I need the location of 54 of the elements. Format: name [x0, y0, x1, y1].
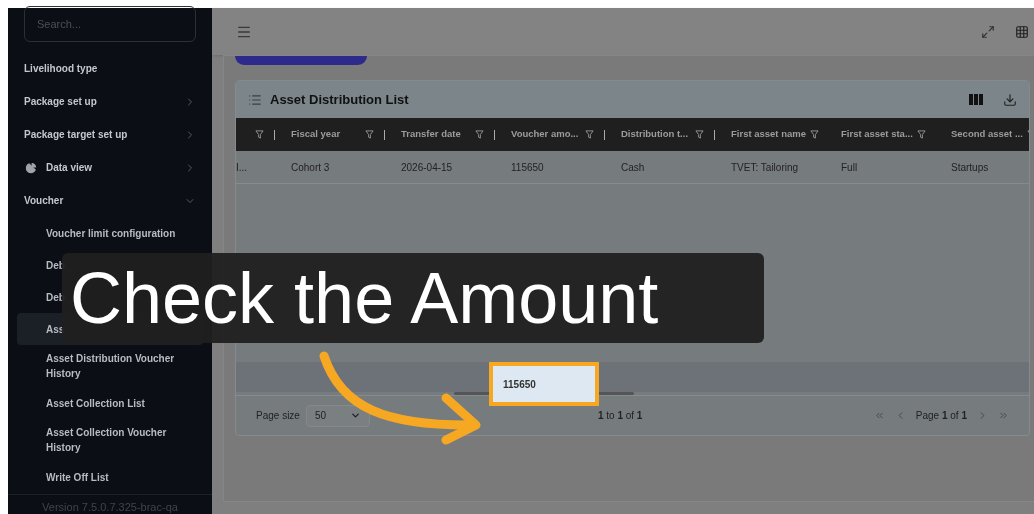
pie-chart-icon	[24, 160, 38, 175]
page-size-select[interactable]: 50	[305, 404, 370, 427]
search-field[interactable]: Search...	[24, 6, 196, 42]
callout-tooltip: Check the Amount	[62, 253, 764, 343]
column-header[interactable]: Second asset ...	[951, 127, 1023, 142]
table-cell-text: I...	[236, 160, 249, 175]
table-cell-text: Startups	[950, 160, 990, 175]
page-size-label: Page size	[256, 409, 300, 423]
table-cell-text: Cohort 3	[290, 160, 331, 175]
table-title: Asset Distribution List	[270, 90, 410, 109]
sidebar-item[interactable]: Voucher	[8, 184, 212, 217]
row-summary: 1 to 1 of 1	[597, 409, 643, 423]
sidebar-label: Livelihood type	[24, 62, 99, 76]
download-icon[interactable]	[1003, 92, 1017, 107]
sidebar-label: Package target set up	[24, 128, 129, 142]
submenu-item[interactable]: Asset Collection Voucher History	[17, 419, 203, 461]
submenu-item[interactable]: Asset Distribution Voucher History	[17, 345, 203, 387]
filter-icon[interactable]	[255, 130, 264, 139]
submenu-item[interactable]: Voucher limit configuration	[17, 217, 203, 249]
sidebar-label: Voucher	[24, 194, 65, 208]
submenu-item[interactable]: Write Off List	[17, 461, 203, 493]
column-header[interactable]: Voucher amo...	[511, 127, 581, 142]
sidebar-item[interactable]: Livelihood type	[8, 52, 212, 85]
action-button[interactable]	[235, 56, 367, 65]
sidebar-label: Data view	[46, 161, 94, 175]
column-header[interactable]: First asset sta...	[841, 127, 913, 142]
sidebar-item[interactable]: Package target set up	[8, 118, 212, 151]
sidebar-label: Package set up	[24, 95, 98, 109]
sidebar-item[interactable]: Data view	[8, 151, 212, 184]
filter-icon[interactable]	[475, 130, 484, 139]
page-indicator: Page 1 of 1	[915, 409, 967, 423]
scrollbar-thumb[interactable]	[454, 392, 634, 395]
table-cell-text: 2026-04-15	[400, 160, 454, 175]
column-header[interactable]: First asset name	[731, 127, 806, 142]
table-cell-text: Full	[840, 160, 859, 175]
list-icon	[248, 92, 262, 107]
filter-icon[interactable]	[585, 130, 594, 139]
caret-icon	[349, 410, 361, 421]
table-cell-text: Cash	[620, 160, 646, 175]
submenu-item[interactable]: Asset Collection List	[17, 387, 203, 419]
fullscreen-icon[interactable]	[981, 24, 995, 39]
column-header[interactable]: Fiscal year	[291, 127, 361, 142]
table-cell-text: 115650	[510, 160, 545, 175]
apps-grid-icon[interactable]	[1015, 24, 1029, 39]
column-header[interactable]: Distribution t...	[621, 127, 691, 142]
column-header[interactable]: Transfer date	[401, 127, 471, 142]
filter-icon[interactable]	[695, 130, 704, 139]
filter-icon[interactable]	[365, 130, 374, 139]
table-cell-text: TVET: Tailoring	[730, 160, 800, 175]
filter-icon[interactable]	[916, 130, 926, 139]
total-cell: 115650	[489, 362, 599, 406]
filter-icon[interactable]	[810, 130, 819, 139]
columns-icon[interactable]	[969, 94, 983, 105]
sidebar-item[interactable]: Package set up	[8, 85, 212, 118]
